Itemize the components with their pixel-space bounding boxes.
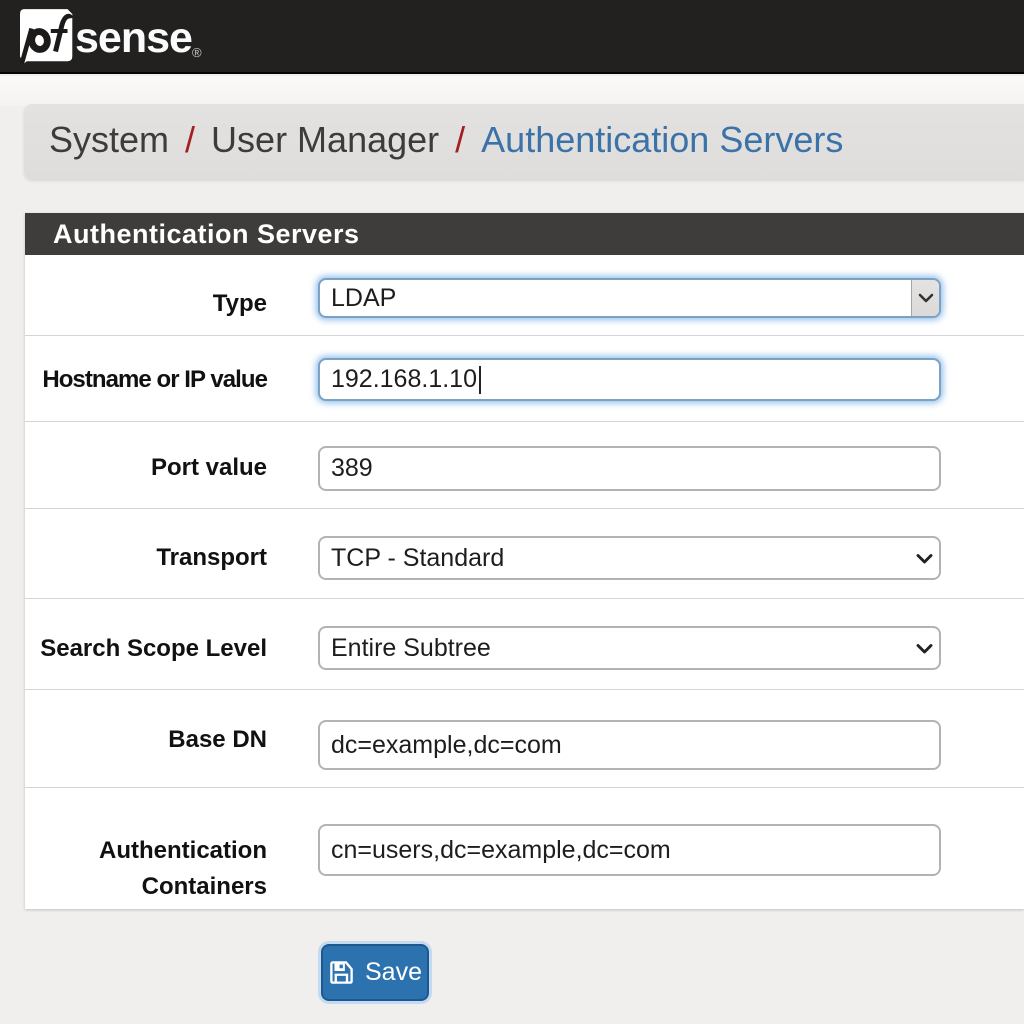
svg-text:sense: sense: [75, 14, 192, 62]
svg-text:®: ®: [192, 45, 202, 60]
